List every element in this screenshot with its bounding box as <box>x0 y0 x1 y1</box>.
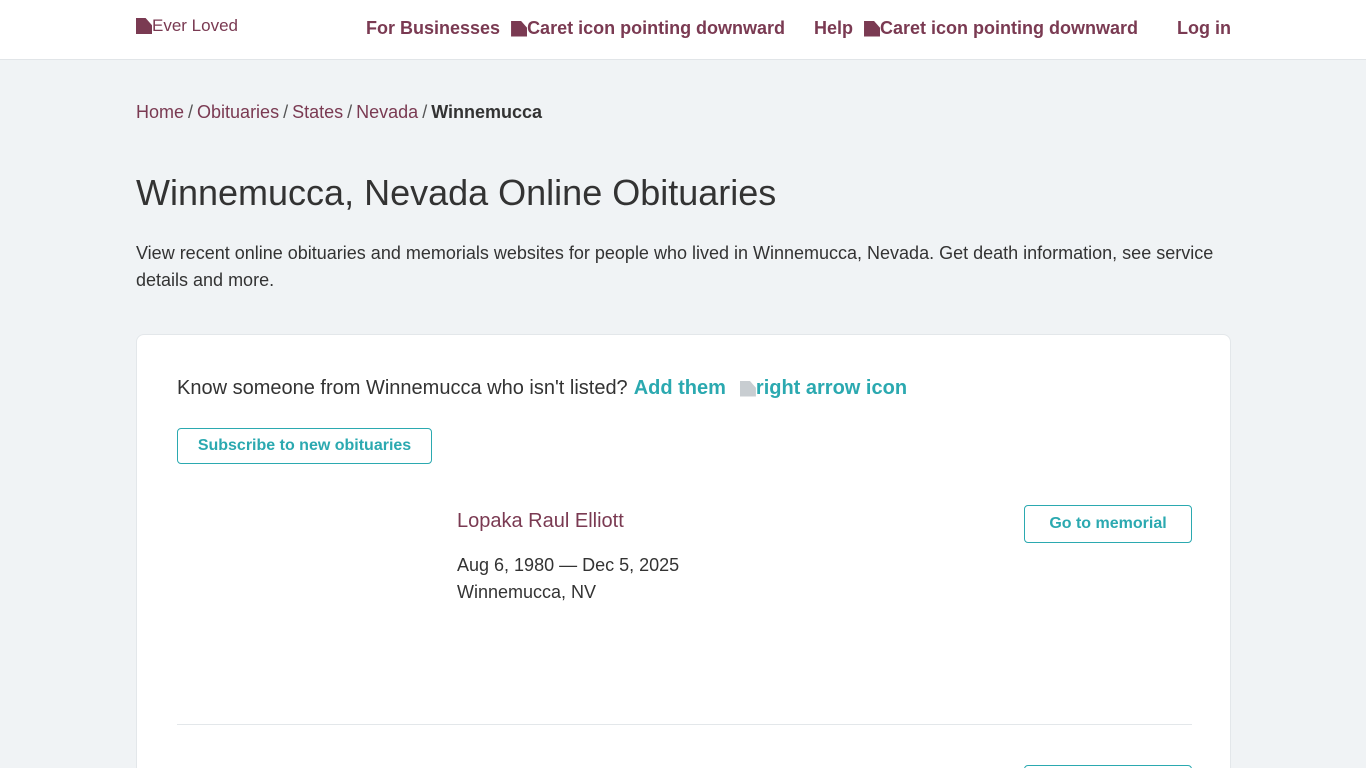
caret-down-icon: Caret icon pointing downward <box>864 18 1138 39</box>
nav-login-link[interactable]: Log in <box>1177 18 1231 39</box>
breadcrumb-obituaries[interactable]: Obituaries <box>197 102 279 122</box>
page-title: Winnemucca, Nevada Online Obituaries <box>136 172 777 213</box>
nav-for-businesses-label: For Businesses <box>366 18 501 38</box>
logo-text: Ever Loved <box>152 16 238 35</box>
entry-divider <box>177 724 1192 725</box>
breadcrumb-separator: / <box>283 102 289 122</box>
nav-for-businesses[interactable]: For Businesses Caret icon pointing downw… <box>366 18 785 39</box>
obituaries-card: Know someone from Winnemucca who isn't l… <box>136 334 1231 768</box>
arrow-image-icon <box>739 380 756 397</box>
top-navigation-bar: Ever Loved For Businesses Caret icon poi… <box>0 0 1366 60</box>
caret-alt-text: Caret icon pointing downward <box>527 18 786 38</box>
go-to-memorial-button[interactable]: Go to memorial <box>1024 505 1192 543</box>
logo-image-icon <box>136 18 152 34</box>
nav-help-label: Help <box>814 18 854 38</box>
breadcrumb-current: Winnemucca <box>431 102 543 122</box>
breadcrumb-separator: / <box>347 102 353 122</box>
breadcrumb: Home / Obituaries / States / Nevada / Winnemucca <box>136 102 542 123</box>
right-arrow-icon[interactable]: right arrow icon <box>739 377 908 400</box>
know-someone-text: Know someone from Winnemucca who isn't l… <box>177 377 628 399</box>
caret-alt-text: Caret icon pointing downward <box>880 18 1139 38</box>
breadcrumb-separator: / <box>422 102 428 122</box>
caret-image-icon <box>864 20 881 37</box>
caret-down-icon: Caret icon pointing downward <box>511 18 785 39</box>
add-them-link[interactable]: Add them <box>634 377 726 400</box>
subscribe-button[interactable]: Subscribe to new obituaries <box>177 428 432 464</box>
breadcrumb-home[interactable]: Home <box>136 102 184 122</box>
breadcrumb-nevada[interactable]: Nevada <box>356 102 418 122</box>
breadcrumb-states[interactable]: States <box>292 102 343 122</box>
arrow-alt-text: right arrow icon <box>755 377 908 399</box>
add-someone-prompt: Know someone from Winnemucca who isn't l… <box>177 377 907 400</box>
caret-image-icon <box>511 20 528 37</box>
login-label: Log in <box>1177 18 1231 38</box>
obituary-name-link[interactable]: Lopaka Raul Elliott <box>457 510 624 533</box>
ever-loved-logo[interactable]: Ever Loved <box>136 16 238 36</box>
obituary-dates: Aug 6, 1980 — Dec 5, 2025 <box>457 555 680 575</box>
obituary-location: Winnemucca, NV <box>457 582 597 602</box>
page-intro: View recent online obituaries and memori… <box>136 243 1214 290</box>
nav-help[interactable]: Help Caret icon pointing downward <box>814 18 1138 39</box>
breadcrumb-separator: / <box>188 102 194 122</box>
